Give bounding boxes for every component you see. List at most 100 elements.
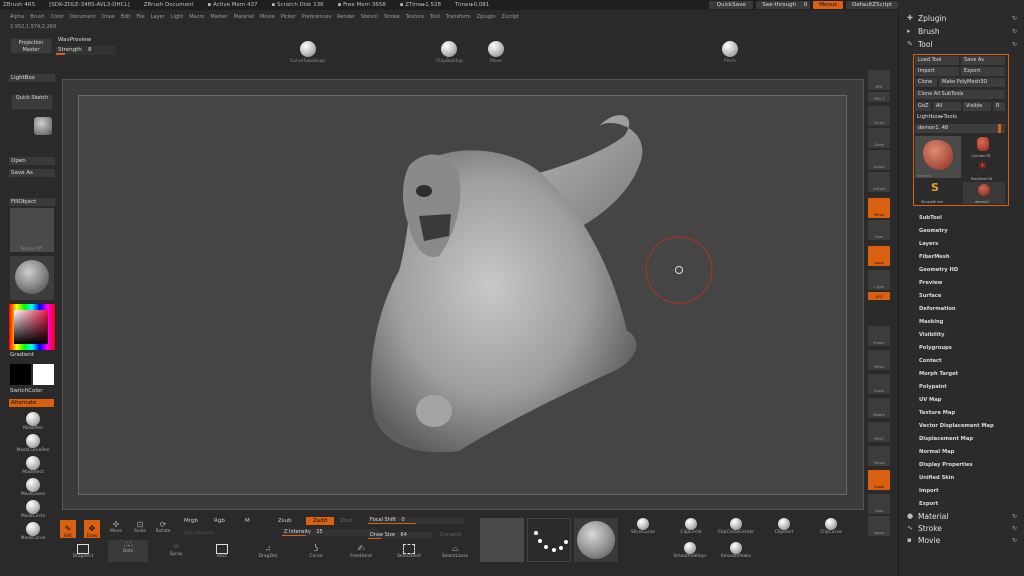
alpha-thumbnail[interactable]: Texture Off (10, 208, 54, 252)
goz-all-button[interactable]: All (933, 102, 961, 111)
save-as-tool-button[interactable]: Save As (961, 56, 1005, 65)
mask-brush-maskcircle[interactable]: MaskCircle (18, 500, 48, 519)
menu-transform[interactable]: Transform (446, 14, 471, 20)
bpr-button[interactable]: BPR (868, 70, 890, 90)
stroke-selectlasso[interactable]: ⌓ SelectLasso (438, 544, 472, 559)
export-tool-button[interactable]: Export (961, 67, 1005, 76)
menu-render[interactable]: Render (337, 14, 355, 20)
lightbox-button[interactable]: LightBox (9, 74, 55, 82)
movie-palette-header[interactable]: ▪ Movie ↻ (899, 534, 1024, 546)
switch-color-button[interactable]: SwitchColor (10, 388, 43, 394)
tool-thumb-demon1[interactable]: demon1 (915, 136, 961, 178)
stroke-freehand[interactable]: ✍ FreeHand (346, 544, 376, 559)
zsub-button[interactable]: Zsub (278, 518, 292, 524)
mrgb-button[interactable]: Mrgb (184, 518, 198, 524)
tool-thumb-cylinder3d[interactable]: Cylinder3D (963, 136, 1005, 158)
subpalette-normal-map[interactable]: Normal Map (919, 449, 954, 455)
primary-color-swatch[interactable] (10, 364, 31, 385)
subpalette-visibility[interactable]: Visibility (919, 332, 944, 338)
menu-brush[interactable]: Brush (30, 14, 44, 20)
current-tool-slider[interactable]: demon1. 48 (915, 124, 1005, 133)
menu-tool[interactable]: Tool (430, 14, 440, 20)
solo-button[interactable]: Solo (868, 494, 890, 514)
brush-curvetubesnap[interactable]: CurveTubeSnap (290, 41, 325, 64)
subpalette-displacement-map[interactable]: Displacement Map (919, 436, 973, 442)
brush-move[interactable]: Move (488, 41, 504, 64)
menu-alpha[interactable]: Alpha (10, 14, 24, 20)
mask-brush-maskcurve[interactable]: MaskCurve (18, 522, 48, 541)
stroke-rect[interactable]: Rect (210, 544, 234, 559)
menu-file[interactable]: File (136, 14, 144, 20)
goz-button[interactable]: GoZ (915, 102, 931, 111)
material-slot[interactable] (574, 518, 618, 562)
stroke-spray[interactable]: ⁘ Spray (164, 542, 188, 557)
brush-palette-header[interactable]: ▸ Brush ↻ (899, 25, 1024, 37)
make-polymesh-button[interactable]: Make PolyMesh3D (939, 78, 1005, 87)
scale-button[interactable]: Scale (868, 374, 890, 394)
clone-all-subtools-button[interactable]: Clone All SubTools (915, 90, 1005, 99)
secondary-color-swatch[interactable] (33, 364, 54, 385)
subpalette-uv-map[interactable]: UV Map (919, 397, 941, 403)
clone-button[interactable]: Clone (915, 78, 937, 87)
load-tool-button[interactable]: Load Tool (915, 56, 959, 65)
subpalette-display-properties[interactable]: Display Properties (919, 462, 973, 468)
subpalette-fibermesh[interactable]: FiberMesh (919, 254, 950, 260)
alternate-button[interactable]: Alternate (9, 399, 54, 407)
stroke-dots[interactable]: ∴∴ Dots (108, 540, 148, 562)
rgb-button[interactable]: Rgb (214, 518, 225, 524)
mask-brush-maskpen[interactable]: MaskPen (18, 412, 48, 431)
subpalette-unified-skin[interactable]: Unified Skin (919, 475, 954, 481)
scroll-button[interactable]: Scroll (868, 106, 890, 126)
subpalette-surface[interactable]: Surface (919, 293, 941, 299)
see-through-slider[interactable]: See-through 0 (756, 1, 811, 9)
brush-clipcircle[interactable]: ClipCircle (674, 518, 708, 535)
subpalette-polypaint[interactable]: Polypaint (919, 384, 947, 390)
stroke-palette-header[interactable]: ∿ Stroke ↻ (899, 522, 1024, 534)
mask-brush-maskrect[interactable]: MaskRect (18, 456, 48, 475)
subpalette-export[interactable]: Export (919, 501, 938, 507)
document-canvas[interactable] (78, 95, 847, 495)
refresh-icon[interactable]: ↻ (1012, 525, 1017, 532)
draw-size-slider[interactable]: Draw Size 64 (368, 532, 432, 539)
subpalette-geometry-hd[interactable]: Geometry HD (919, 267, 958, 273)
lightbox-tools-button[interactable]: Lightbox▸Tools (917, 114, 957, 120)
refresh-icon[interactable]: ↻ (1012, 28, 1017, 35)
zadd-button[interactable]: Zadd (306, 517, 334, 525)
spix-slider[interactable]: SPix 3 (868, 92, 890, 102)
strength-slider[interactable]: Strength 8 (56, 46, 116, 55)
zplugin-palette-header[interactable]: ✚ Zplugin ↻ (899, 12, 1024, 24)
subpalette-polygroups[interactable]: Polygroups (919, 345, 952, 351)
rotate-button[interactable]: Rotate (868, 398, 890, 418)
menu-material[interactable]: Material (234, 14, 254, 20)
zoom-button[interactable]: Zoom (868, 128, 890, 148)
menus-button[interactable]: Menus (813, 1, 844, 9)
menu-zscript[interactable]: Zscript (502, 14, 519, 20)
move-mode-button[interactable]: ✣ Move (108, 520, 124, 534)
refresh-icon[interactable]: ↻ (1012, 513, 1017, 520)
gradient-label[interactable]: Gradient (10, 352, 34, 358)
quick-sketch-button[interactable]: Quick Sketch (11, 94, 53, 110)
draw-button[interactable]: ✥ Draw (84, 520, 100, 538)
polyf-button[interactable]: PolyF (868, 422, 890, 442)
scale-mode-button[interactable]: ⊡ Scale (132, 520, 148, 534)
zcut-button[interactable]: Zcut (340, 518, 352, 524)
frame-button[interactable]: Frame (868, 326, 890, 346)
move-button[interactable]: Move (868, 350, 890, 370)
save-as-button[interactable]: Save As (9, 169, 55, 177)
goz-r-button[interactable]: R (993, 102, 1005, 111)
menu-marker[interactable]: Marker (210, 14, 227, 20)
m-button[interactable]: M (245, 518, 250, 524)
dynamic-button[interactable]: Dynamic (440, 532, 462, 538)
menu-light[interactable]: Light (171, 14, 183, 20)
texture-thumbnail[interactable] (10, 256, 54, 300)
tool-thumb-polymesh3d[interactable]: ✶ PolyMesh3D (963, 159, 1005, 181)
alpha-slot[interactable] (480, 518, 524, 562)
stroke-selectrect[interactable]: SelectRect (394, 544, 424, 559)
tool-thumb-simplebrush[interactable]: S SimpleBrush (915, 182, 961, 205)
menu-stencil[interactable]: Stencil (361, 14, 378, 20)
stroke-preview-slot[interactable] (527, 518, 571, 562)
refresh-icon[interactable]: ↻ (1012, 15, 1017, 22)
refresh-icon[interactable]: ↻ (1012, 41, 1017, 48)
brush-cliprect[interactable]: ClipRect (768, 518, 800, 535)
brush-clipcirclecenter[interactable]: ClipCircleCenter (716, 518, 756, 535)
